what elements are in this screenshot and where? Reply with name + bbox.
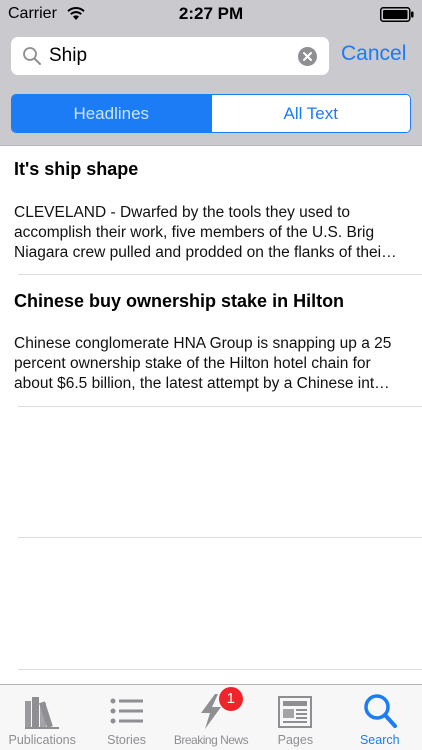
result-summary-line: Chinese conglomerate HNA Group is snappi… [14, 335, 392, 352]
segmented-control: Headlines All Text [11, 94, 411, 133]
tab-bar: Publications Stories 1 Breaking News Pag… [0, 684, 422, 750]
newspaper-icon [278, 696, 313, 728]
tab-search[interactable]: Search [338, 685, 422, 750]
status-bar: Carrier 2:27 PM [0, 0, 422, 28]
segment-headlines[interactable]: Headlines [12, 95, 211, 132]
tab-label: Search [359, 733, 400, 747]
clear-icon[interactable] [298, 47, 317, 66]
scope-bar: Headlines All Text [0, 84, 422, 146]
row-separator [18, 669, 422, 670]
row-separator [18, 537, 422, 538]
status-time: 2:27 PM [178, 4, 244, 23]
result-summary-line: Niagara crew pulled and prodded on the f… [14, 244, 397, 261]
result-summary: Chinese conglomerate HNA Group is snappi… [14, 334, 410, 394]
result-summary-line: accomplish their work, five members of t… [14, 224, 375, 241]
result-summary-line: percent ownership stake of the Hilton ho… [14, 355, 371, 372]
tab-label: Stories [107, 733, 147, 747]
tab-breaking-news[interactable]: 1 Breaking News [169, 685, 253, 750]
result-title: It's ship shape [14, 159, 139, 179]
notification-badge: 1 [218, 687, 243, 711]
search-results-list: It's ship shape CLEVELAND - Dwarfed by t… [0, 146, 422, 684]
list-item[interactable]: Chinese buy ownership stake in Hilton Ch… [0, 275, 422, 406]
tab-label: Pages [277, 733, 314, 747]
battery-icon [380, 7, 414, 22]
search-field[interactable] [11, 37, 329, 75]
tab-label: Breaking News [173, 733, 249, 747]
result-title: Chinese buy ownership stake in Hilton [14, 291, 345, 311]
tab-pages[interactable]: Pages [253, 685, 337, 750]
cancel-button[interactable]: Cancel [341, 42, 406, 66]
tab-publications[interactable]: Publications [0, 685, 84, 750]
segment-all-text[interactable]: All Text [210, 95, 410, 132]
search-icon [364, 694, 397, 728]
books-icon [25, 697, 60, 729]
search-icon [23, 47, 41, 65]
list-icon [110, 698, 143, 724]
result-summary: CLEVELAND - Dwarfed by the tools they us… [14, 203, 410, 263]
row-separator [18, 406, 422, 407]
result-summary-line: CLEVELAND - Dwarfed by the tools they us… [14, 204, 350, 221]
search-bar: Cancel [0, 28, 422, 84]
list-item[interactable]: It's ship shape CLEVELAND - Dwarfed by t… [0, 146, 422, 274]
tab-stories[interactable]: Stories [84, 685, 168, 750]
tab-label: Publications [8, 733, 76, 747]
search-input[interactable] [49, 41, 289, 71]
result-summary-line: about $6.5 billion, the latest attempt b… [14, 375, 390, 392]
